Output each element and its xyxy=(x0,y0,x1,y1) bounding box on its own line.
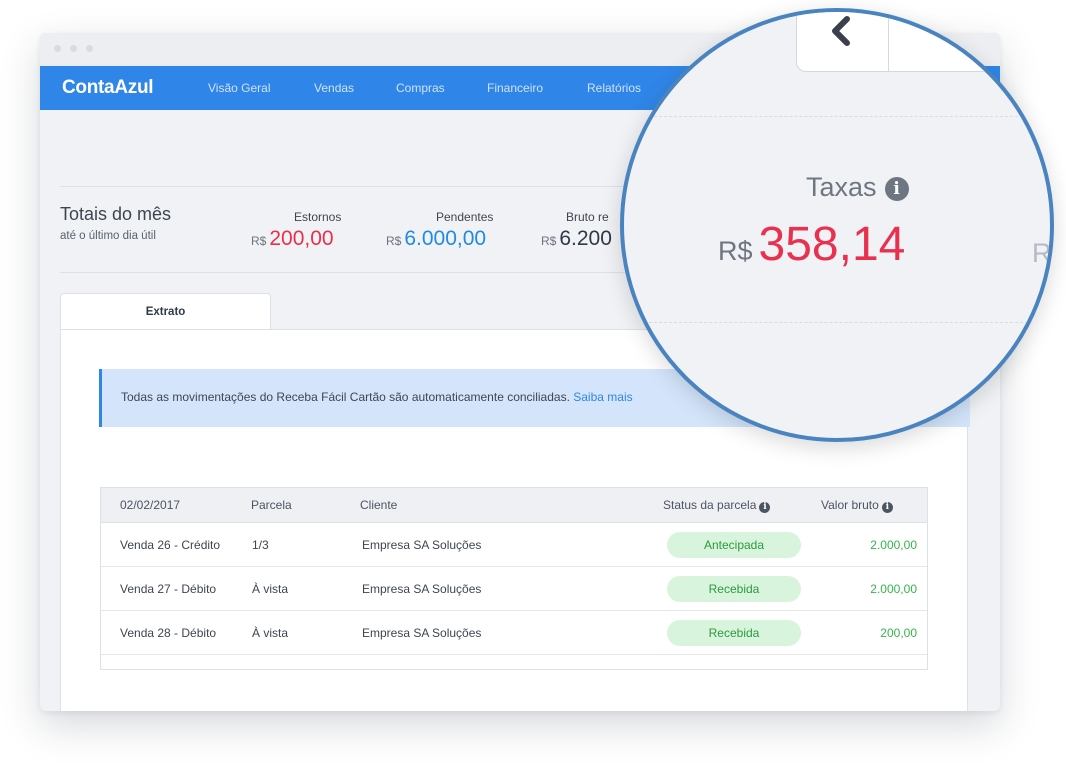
cell-cliente: Empresa SA Soluções xyxy=(362,626,482,640)
cut-off-currency: R xyxy=(1032,238,1052,268)
window-dot-icon xyxy=(86,45,93,52)
table-row[interactable]: Venda 27 - Débito À vista Empresa SA Sol… xyxy=(101,567,927,611)
table-row-partial xyxy=(101,655,927,669)
magnifier-lens: Taxas i R$ 358,14 R xyxy=(620,8,1054,442)
bruto-amount: 6.200 xyxy=(559,227,612,250)
header-status: Status da parcela i xyxy=(663,498,771,513)
table-header: 02/02/2017 Parcela Cliente Status da par… xyxy=(101,488,927,523)
cell-venda: Venda 28 - Débito xyxy=(120,626,217,640)
divider xyxy=(624,322,1050,323)
totals-subtitle: até o último dia útil xyxy=(60,230,156,242)
header-parcela: Parcela xyxy=(251,498,292,512)
status-badge: Recebida xyxy=(667,620,801,646)
cell-cliente: Empresa SA Soluções xyxy=(362,538,482,552)
info-icon[interactable]: i xyxy=(884,177,909,201)
cell-valor: 2.000,00 xyxy=(870,582,917,596)
pendentes-amount: 6.000,00 xyxy=(404,227,487,250)
estornos-value: R$ 200,00 xyxy=(251,227,334,251)
header-date[interactable]: 02/02/2017 xyxy=(120,498,180,512)
bruto-value: R$ 6.200 xyxy=(541,227,612,251)
currency-symbol: R$ xyxy=(541,234,557,248)
cell-valor: 2.000,00 xyxy=(870,538,917,552)
window-dot-icon xyxy=(70,45,77,52)
transactions-table: 02/02/2017 Parcela Cliente Status da par… xyxy=(100,487,928,670)
cell-cliente: Empresa SA Soluções xyxy=(362,582,482,596)
window-dot-icon xyxy=(54,45,61,52)
brand-logo[interactable]: ContaAzul xyxy=(62,77,154,99)
pendentes-label: Pendentes xyxy=(436,210,494,224)
currency-symbol: R$ xyxy=(718,236,753,266)
nav-item-compras[interactable]: Compras xyxy=(396,81,445,95)
status-badge: Antecipada xyxy=(667,532,801,558)
cell-parcela: 1/3 xyxy=(252,538,269,552)
header-valor: Valor bruto i xyxy=(821,498,893,513)
next-button[interactable] xyxy=(888,12,1010,72)
cell-parcela: À vista xyxy=(252,626,289,640)
info-icon[interactable]: i xyxy=(759,502,771,513)
pendentes-value: R$ 6.000,00 xyxy=(386,227,486,251)
totals-title: Totais do mês xyxy=(60,204,172,224)
table-row[interactable]: Venda 26 - Crédito 1/3 Empresa SA Soluçõ… xyxy=(101,523,927,567)
taxas-label-text: Taxas xyxy=(806,172,877,202)
alert-text: Todas as movimentações do Receba Fácil C… xyxy=(121,390,570,404)
alert-message: Todas as movimentações do Receba Fácil C… xyxy=(121,390,633,404)
divider xyxy=(624,116,1050,117)
taxas-label: Taxas i xyxy=(806,172,909,203)
chevron-left-icon xyxy=(832,16,850,46)
estornos-amount: 200,00 xyxy=(269,227,334,250)
header-cliente: Cliente xyxy=(360,498,398,512)
table-row[interactable]: Venda 28 - Débito À vista Empresa SA Sol… xyxy=(101,611,927,655)
taxas-value: R$ 358,14 xyxy=(718,217,905,272)
tab-extrato[interactable]: Extrato xyxy=(60,293,271,330)
nav-item-visao-geral[interactable]: Visão Geral xyxy=(208,81,270,95)
status-badge: Recebida xyxy=(667,576,801,602)
currency-symbol: R$ xyxy=(251,234,267,248)
taxas-amount: 358,14 xyxy=(758,218,906,271)
estornos-label: Estornos xyxy=(294,210,342,224)
cell-valor: 200,00 xyxy=(880,626,917,640)
cell-venda: Venda 26 - Crédito xyxy=(120,538,221,552)
info-icon[interactable]: i xyxy=(881,502,893,513)
nav-item-vendas[interactable]: Vendas xyxy=(314,81,354,95)
cell-parcela: À vista xyxy=(252,582,289,596)
cell-venda: Venda 27 - Débito xyxy=(120,582,217,596)
currency-symbol: R$ xyxy=(386,234,402,248)
header-valor-label: Valor bruto xyxy=(821,498,879,512)
prev-button[interactable] xyxy=(796,12,890,72)
header-status-label: Status da parcela xyxy=(663,498,757,512)
nav-item-financeiro[interactable]: Financeiro xyxy=(487,81,543,95)
bruto-label: Bruto re xyxy=(566,210,609,224)
nav-item-relatorios[interactable]: Relatórios xyxy=(587,81,641,95)
saiba-mais-link[interactable]: Saiba mais xyxy=(573,390,632,404)
